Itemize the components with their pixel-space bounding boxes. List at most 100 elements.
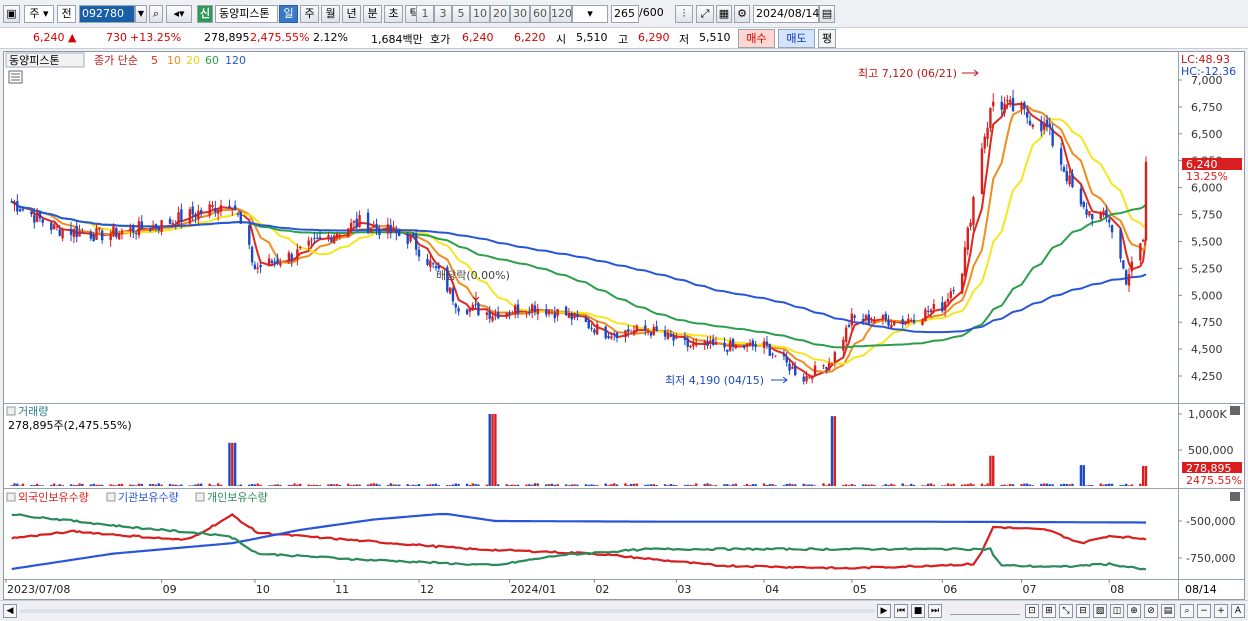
candle-body xyxy=(615,332,619,338)
volume-bar xyxy=(208,483,211,486)
calendar-icon[interactable]: ▤ xyxy=(819,5,835,23)
candle-body xyxy=(310,239,313,241)
scrollbar-track[interactable] xyxy=(20,609,875,613)
candle-body xyxy=(188,209,192,224)
count-input[interactable]: 265 xyxy=(611,5,639,23)
candle-body xyxy=(160,220,163,232)
sell-button[interactable]: 매도 xyxy=(778,29,815,48)
volume-readout: 278,895주(2,475.55%) xyxy=(8,419,132,432)
stop-icon[interactable]: ■ xyxy=(911,604,925,618)
interval-button[interactable]: 1 xyxy=(416,5,434,23)
tool-2-icon[interactable]: ⊞ xyxy=(1042,604,1056,618)
legend-ma10[interactable]: 10 xyxy=(167,54,181,67)
interval-button[interactable]: 20 xyxy=(490,5,510,23)
volume-bar xyxy=(132,484,135,486)
candle-body xyxy=(813,365,817,377)
date-input[interactable]: 2024/08/14 xyxy=(753,5,819,23)
code-dropdown-icon[interactable]: ▼ xyxy=(135,5,147,23)
legend-ma20[interactable]: 20 xyxy=(186,54,200,67)
interval-button[interactable]: 120 xyxy=(550,5,572,23)
candle-body xyxy=(332,235,336,244)
chart-frame[interactable]: 동양피스톤 종가 단순 5 10 20 60 120 LC:48.93 HC:-… xyxy=(3,51,1245,600)
first-icon[interactable]: ⏮ xyxy=(894,604,908,618)
zoom-track[interactable] xyxy=(950,607,1020,615)
holdings-menu-icon-2[interactable] xyxy=(106,492,116,502)
zoom-in-icon[interactable]: + xyxy=(1214,604,1228,618)
compare-icon[interactable]: ⤢ xyxy=(696,5,714,23)
candle-type-icon[interactable]: ⫶ xyxy=(675,5,693,23)
candle-body xyxy=(307,240,310,246)
stock-code-input[interactable]: 092780 xyxy=(79,5,135,23)
window-menu-icon[interactable]: ▣ xyxy=(3,5,20,23)
volume-bar xyxy=(873,484,876,486)
interval-custom-select[interactable]: ▾ xyxy=(572,5,608,23)
volume-bar xyxy=(335,484,339,486)
candle-body xyxy=(511,312,514,314)
interval-button[interactable]: 30 xyxy=(510,5,530,23)
candle-body xyxy=(528,311,531,314)
buy-button[interactable]: 매수 xyxy=(738,29,775,48)
legend-ma5[interactable]: 5 xyxy=(151,54,158,67)
tool-9-icon[interactable]: ▤ xyxy=(1161,604,1175,618)
candle-body xyxy=(1102,210,1105,216)
legend-ma60[interactable]: 60 xyxy=(205,54,219,67)
search-icon[interactable]: ⌕ xyxy=(149,5,163,23)
period-tab[interactable]: 년 xyxy=(342,5,361,23)
tool-6-icon[interactable]: ◫ xyxy=(1110,604,1124,618)
candle-body xyxy=(768,343,771,356)
candle-body xyxy=(55,226,59,228)
tool-8-icon[interactable]: ⊘ xyxy=(1144,604,1158,618)
candle-body xyxy=(533,305,537,313)
period-tab[interactable]: 월 xyxy=(321,5,340,23)
volume-bar xyxy=(949,484,953,486)
price-tick-label: 6,000 xyxy=(1191,182,1223,195)
interval-button[interactable]: 3 xyxy=(434,5,452,23)
candle-body xyxy=(117,232,121,240)
sound-icon[interactable]: ◂▾ xyxy=(166,5,192,23)
candle-body xyxy=(830,363,834,365)
market-select[interactable]: 전 xyxy=(57,5,76,23)
eval-button[interactable]: 평 xyxy=(818,29,836,48)
period-tab[interactable]: 일 xyxy=(279,5,298,23)
period-tab[interactable]: 초 xyxy=(384,5,403,23)
legend-ma120[interactable]: 120 xyxy=(225,54,246,67)
font-size-icon[interactable]: A xyxy=(1231,604,1245,618)
volume-bar xyxy=(52,483,56,486)
interval-button[interactable]: 10 xyxy=(470,5,490,23)
tool-3-icon[interactable]: ⤡ xyxy=(1059,604,1073,618)
type-select[interactable]: 주 ▾ xyxy=(24,5,54,23)
volume-bar xyxy=(174,484,177,486)
volume-menu-icon[interactable] xyxy=(6,406,16,416)
volume-close-icon[interactable] xyxy=(1230,406,1240,415)
tool-5-icon[interactable]: ▧ xyxy=(1093,604,1107,618)
price-tick-label: 6,500 xyxy=(1191,128,1223,141)
holdings-close-icon[interactable] xyxy=(1230,492,1240,501)
candle-body xyxy=(842,339,845,351)
holdings-menu-icon-3[interactable] xyxy=(195,492,205,502)
tool-4-icon[interactable]: ⊟ xyxy=(1076,604,1090,618)
chart-svg[interactable]: 동양피스톤 종가 단순 5 10 20 60 120 LC:48.93 HC:-… xyxy=(4,52,1244,599)
period-tab[interactable]: 분 xyxy=(363,5,382,23)
candle-body xyxy=(734,344,738,349)
volume-bar xyxy=(802,483,805,486)
candle-body xyxy=(525,311,528,313)
interval-button[interactable]: 60 xyxy=(530,5,550,23)
volume-bar xyxy=(907,485,910,486)
scroll-left-icon[interactable]: ◀ xyxy=(3,604,17,618)
volume-bar xyxy=(1105,483,1108,486)
tool-7-icon[interactable]: ⊕ xyxy=(1127,604,1141,618)
gear-icon[interactable]: ⚙ xyxy=(734,5,750,23)
candle-body xyxy=(41,219,44,223)
holdings-menu-icon[interactable] xyxy=(6,492,16,502)
grid-icon[interactable]: ▦ xyxy=(716,5,732,23)
volume-pct-tag: 2475.55% xyxy=(1186,474,1242,487)
scroll-right-icon[interactable]: ▶ xyxy=(877,604,891,618)
interval-button[interactable]: 5 xyxy=(452,5,470,23)
period-tab[interactable]: 주 xyxy=(300,5,319,23)
last-icon[interactable]: ⏭ xyxy=(928,604,942,618)
zoom-out-icon[interactable]: − xyxy=(1197,604,1211,618)
candle-body xyxy=(239,211,242,224)
zoom-search-icon[interactable]: ⌕ xyxy=(1180,604,1194,618)
tool-1-icon[interactable]: ⊡ xyxy=(1025,604,1039,618)
volume-bar xyxy=(1119,485,1122,486)
